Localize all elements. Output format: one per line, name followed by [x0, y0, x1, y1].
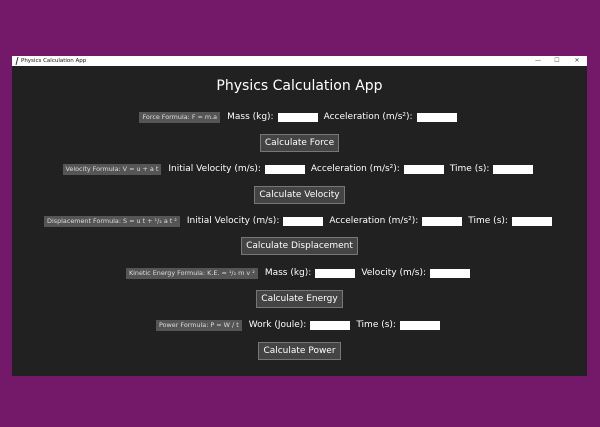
power-formula-label: Power Formula: P = W / t [156, 319, 242, 331]
velocity-row: Velocity Formula: V = u + a t Initial Ve… [12, 162, 587, 176]
displacement-button-row: Calculate Displacement [12, 237, 587, 255]
force-mass-input[interactable] [277, 112, 318, 122]
initial-velocity-label: Initial Velocity (m/s): [186, 216, 280, 226]
force-acceleration-input[interactable] [416, 112, 457, 122]
energy-velocity-input[interactable] [430, 268, 471, 278]
app-window: Physics Calculation App — ☐ ✕ Physics Ca… [12, 56, 587, 376]
time-label: Time (s): [356, 320, 396, 330]
time-label: Time (s): [449, 164, 490, 174]
displacement-time-input[interactable] [511, 216, 552, 226]
power-time-input[interactable] [399, 320, 440, 330]
energy-formula-label: Kinetic Energy Formula: K.E. = ¹/₂ m v ² [125, 267, 258, 279]
window-title: Physics Calculation App [21, 58, 87, 64]
app-icon [15, 57, 19, 65]
displacement-initial-input[interactable] [283, 216, 324, 226]
displacement-row: Displacement Formula: S = u t + ¹/₂ a t … [12, 214, 587, 228]
power-button-row: Calculate Power [12, 342, 587, 360]
initial-velocity-label: Initial Velocity (m/s): [168, 164, 261, 174]
velocity-button-row: Calculate Velocity [12, 186, 587, 204]
displacement-formula-label: Displacement Formula: S = u t + ¹/₂ a t … [44, 215, 180, 227]
work-label: Work (Joule): [248, 320, 307, 330]
acceleration-label: Acceleration (m/s²): [329, 216, 419, 226]
energy-mass-input[interactable] [315, 268, 356, 278]
force-row: Force Formula: F = m.a Mass (kg): Accele… [12, 110, 587, 124]
velocity-label: Velocity (m/s): [361, 268, 427, 278]
velocity-acceleration-input[interactable] [403, 164, 444, 174]
mass-label: Mass (kg): [264, 268, 312, 278]
calculate-displacement-button[interactable]: Calculate Displacement [241, 237, 358, 255]
energy-row: Kinetic Energy Formula: K.E. = ¹/₂ m v ²… [12, 266, 587, 280]
velocity-formula-label: Velocity Formula: V = u + a t [62, 163, 162, 175]
power-work-input[interactable] [310, 320, 351, 330]
calculate-energy-button[interactable]: Calculate Energy [256, 290, 343, 308]
energy-button-row: Calculate Energy [12, 290, 587, 308]
close-button[interactable]: ✕ [568, 56, 586, 66]
minimize-button[interactable]: — [529, 56, 547, 66]
force-formula-label: Force Formula: F = m.a [139, 111, 221, 123]
calculate-power-button[interactable]: Calculate Power [258, 342, 341, 360]
velocity-initial-input[interactable] [264, 164, 305, 174]
velocity-time-input[interactable] [493, 164, 534, 174]
maximize-button[interactable]: ☐ [548, 56, 566, 66]
app-title: Physics Calculation App [216, 78, 383, 94]
displacement-acceleration-input[interactable] [422, 216, 463, 226]
title-bar[interactable]: Physics Calculation App — ☐ ✕ [12, 56, 587, 66]
mass-label: Mass (kg): [227, 112, 274, 122]
force-button-row: Calculate Force [12, 134, 587, 152]
acceleration-label: Acceleration (m/s²): [310, 164, 400, 174]
calculate-velocity-button[interactable]: Calculate Velocity [254, 186, 345, 204]
time-label: Time (s): [468, 216, 508, 226]
acceleration-label: Acceleration (m/s²): [323, 112, 413, 122]
power-row: Power Formula: P = W / t Work (Joule): T… [12, 318, 587, 332]
calculate-force-button[interactable]: Calculate Force [259, 134, 340, 152]
